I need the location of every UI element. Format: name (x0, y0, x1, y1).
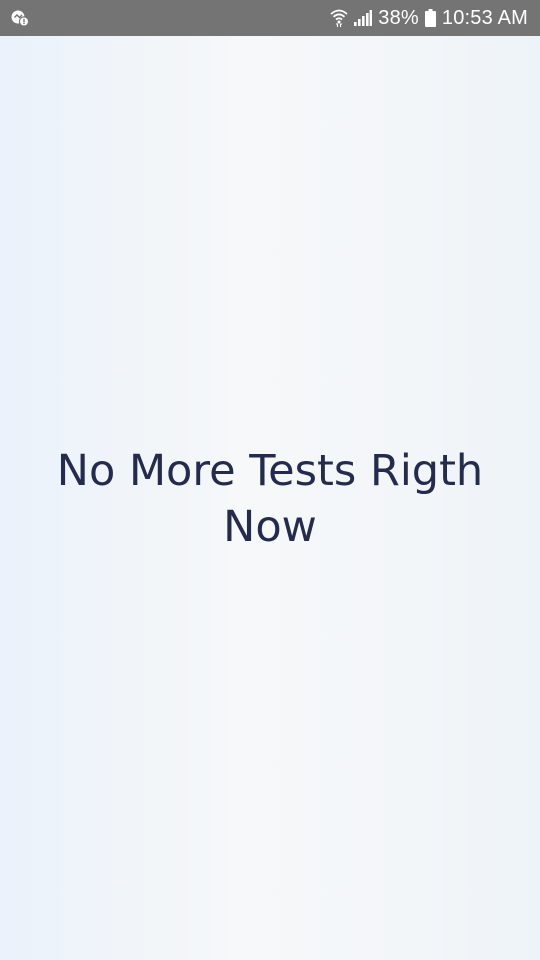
wifi-icon (330, 8, 348, 28)
battery-icon (424, 9, 436, 27)
status-bar-right: 38% 10:53 AM (330, 7, 528, 30)
main-content: No More Tests Rigth Now (0, 36, 540, 960)
battery-percent: 38% (378, 6, 419, 29)
status-time: 10:53 AM (441, 6, 528, 29)
status-bar-left (10, 9, 30, 27)
empty-state-message: No More Tests Rigth Now (56, 446, 484, 552)
notification-alert-icon (10, 9, 30, 27)
app-screen: 38% 10:53 AM No More Tests Rigth Now (0, 0, 540, 960)
status-bar: 38% 10:53 AM (0, 0, 540, 36)
cell-signal-icon (354, 10, 373, 26)
